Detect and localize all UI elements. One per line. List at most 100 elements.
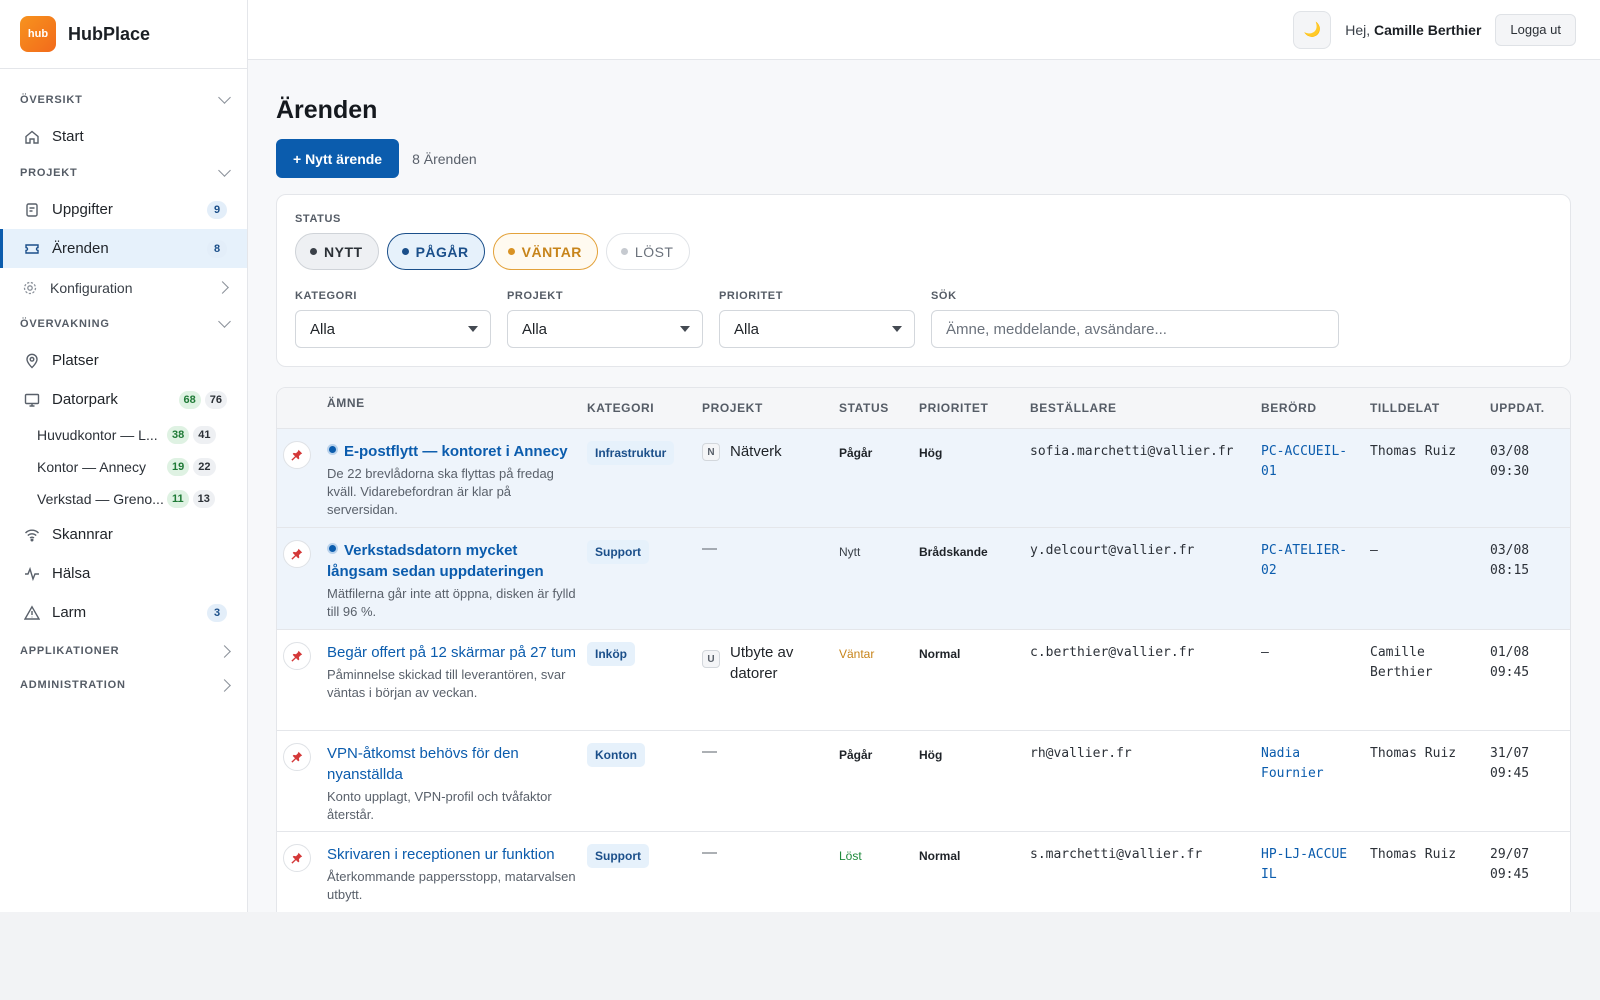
header-berord[interactable]: BERÖRD <box>1261 401 1370 415</box>
header-projekt[interactable]: PROJEKT <box>702 401 839 415</box>
projekt-cell: — <box>702 731 839 831</box>
ticket-description: Påminnelse skickad till leverantören, sv… <box>327 667 566 700</box>
project-name: Nätverk <box>730 443 782 460</box>
total-count-badge: 22 <box>193 458 216 476</box>
sidebar-item-konfiguration[interactable]: Konfiguration <box>0 268 247 307</box>
pin-cell <box>277 832 327 912</box>
ticket-description: Konto upplagt, VPN-profil och tvåfaktor … <box>327 789 552 822</box>
project-name: — <box>702 540 717 557</box>
affected-link[interactable]: PC-ATELIER-02 <box>1261 541 1351 581</box>
ticket-title-link[interactable]: VPN-åtkomst behövs för den nyanställda <box>327 743 577 785</box>
affected-link[interactable]: PC-ACCUEIL-01 <box>1261 442 1351 482</box>
project-name: Utbyte av datorer <box>730 644 794 682</box>
theme-toggle-button[interactable]: 🌙 <box>1293 10 1332 49</box>
header-prioritet[interactable]: PRIORITET <box>919 401 1030 415</box>
logout-button[interactable]: Logga ut <box>1495 13 1576 46</box>
status-chip-nytt[interactable]: NYTT <box>295 233 379 270</box>
pin-cell <box>277 528 327 629</box>
ticket-count: 8 Ärenden <box>412 150 477 167</box>
assignee: Thomas Ruiz <box>1370 746 1457 761</box>
app: hub HubPlace ÖVERSIKT Start PROJEKT Uppg… <box>0 0 1600 912</box>
header-uppdat[interactable]: UPPDAT. <box>1490 401 1570 415</box>
table-row[interactable]: Begär offert på 12 skärmar på 27 tum Påm… <box>277 630 1570 731</box>
sidebar-item-skannrar[interactable]: Skannrar <box>0 515 247 554</box>
category-tag: Support <box>587 540 649 564</box>
sidebar-item-label: Hälsa <box>52 565 91 582</box>
table-row[interactable]: Verkstadsdatorn mycket långsam sedan upp… <box>277 528 1570 630</box>
status-chip-pagar[interactable]: PÅGÅR <box>386 233 485 270</box>
updated-time: 09:45 <box>1490 766 1530 781</box>
section-overvakning[interactable]: ÖVERVAKNING <box>0 307 247 341</box>
subject-cell: E-postflytt — kontoret i Annecy De 22 br… <box>327 429 587 527</box>
status-chip-lost[interactable]: LÖST <box>605 233 690 270</box>
bestallare-cell: c.berthier@vallier.fr <box>1030 630 1261 730</box>
table-row[interactable]: VPN-åtkomst behövs för den nyanställda K… <box>277 731 1570 832</box>
total-count-badge: 76 <box>204 390 227 409</box>
ok-count-badge: 68 <box>178 390 201 409</box>
sidebar-item-halsa[interactable]: Hälsa <box>0 554 247 593</box>
pin-cell <box>277 731 327 831</box>
pin-icon[interactable] <box>283 743 311 771</box>
projekt-select[interactable]: Alla <box>507 310 703 348</box>
sidebar-item-start[interactable]: Start <box>0 117 247 156</box>
ok-count-badge: 19 <box>167 458 190 476</box>
new-ticket-button[interactable]: + Nytt ärende <box>276 139 400 178</box>
search-input[interactable] <box>931 310 1339 348</box>
updated-date: 29/07 <box>1490 847 1530 862</box>
sidebar-nav: ÖVERSIKT Start PROJEKT Uppgifter 9 Ärend… <box>0 69 247 702</box>
status-chip-vantar[interactable]: VÄNTAR <box>492 233 598 270</box>
sidebar-item-label: Uppgifter <box>52 201 113 218</box>
sidebar-site-item[interactable]: Huvudkontor — L... 38 41 <box>0 419 247 451</box>
sidebar-item-datorpark[interactable]: Datorpark 68 76 <box>0 380 247 419</box>
status-text: Löst <box>839 849 862 863</box>
status-text: Nytt <box>839 545 861 559</box>
pin-icon[interactable] <box>283 642 311 670</box>
ticket-title: E-postflytt — kontoret i Annecy <box>344 443 568 460</box>
kategori-select[interactable]: Alla <box>295 310 491 348</box>
status-dot <box>507 248 515 255</box>
pin-icon[interactable] <box>283 844 311 872</box>
affected-link[interactable]: HP-LJ-ACCUEIL <box>1261 845 1351 885</box>
status-text: Pågår <box>839 446 873 460</box>
table-row[interactable]: Skrivaren i receptionen ur funktion Åter… <box>277 832 1570 912</box>
tilldelat-cell: Thomas Ruiz <box>1370 731 1490 831</box>
ticket-description: De 22 brevlådorna ska flyttas på fredag … <box>327 466 554 517</box>
section-applikationer[interactable]: APPLIKATIONER <box>0 634 247 668</box>
projekt-cell: U Utbyte av datorer <box>702 630 839 730</box>
tilldelat-cell: Thomas Ruiz <box>1370 832 1490 912</box>
total-count-badge: 13 <box>192 490 215 508</box>
chevron-down-icon <box>218 315 231 328</box>
sidebar-item-uppgifter[interactable]: Uppgifter 9 <box>0 190 247 229</box>
ticket-title-link[interactable]: Skrivaren i receptionen ur funktion <box>327 844 577 865</box>
chevron-down-icon <box>218 91 231 104</box>
prioritet-cell: Hög <box>919 429 1030 527</box>
topbar: 🌙 Hej, Camille Berthier Logga ut <box>248 0 1600 60</box>
brand[interactable]: hub HubPlace <box>0 0 247 69</box>
ticket-title-link[interactable]: Begär offert på 12 skärmar på 27 tum <box>327 642 577 663</box>
section-projekt[interactable]: PROJEKT <box>0 156 247 190</box>
sidebar-site-item[interactable]: Kontor — Annecy 19 22 <box>0 451 247 483</box>
header-bestallare[interactable]: BESTÄLLARE <box>1030 401 1261 415</box>
sidebar-item-label: Platser <box>52 352 99 369</box>
header-status[interactable]: STATUS <box>839 401 919 415</box>
ticket-title-link[interactable]: E-postflytt — kontoret i Annecy <box>327 441 577 462</box>
sidebar-item-platser[interactable]: Platser <box>0 341 247 380</box>
pin-icon[interactable] <box>283 441 311 469</box>
count-badge: 3 <box>207 603 227 622</box>
affected-link[interactable]: Nadia Fournier <box>1261 744 1341 784</box>
sidebar-item-arenden[interactable]: Ärenden 8 <box>0 229 247 268</box>
assignee: Camille Berthier <box>1370 645 1433 680</box>
section-oversikt[interactable]: ÖVERSIKT <box>0 83 247 117</box>
pin-icon[interactable] <box>283 540 311 568</box>
project-code-badge: N <box>702 443 720 461</box>
header-amne[interactable]: ÄMNE <box>327 396 587 420</box>
section-administration[interactable]: ADMINISTRATION <box>0 668 247 702</box>
sidebar-item-larm[interactable]: Larm 3 <box>0 593 247 632</box>
ticket-title-link[interactable]: Verkstadsdatorn mycket långsam sedan upp… <box>327 540 577 582</box>
prioritet-select[interactable]: Alla <box>719 310 915 348</box>
header-kategori[interactable]: KATEGORI <box>587 401 702 415</box>
berord-cell: — <box>1261 630 1370 730</box>
table-row[interactable]: E-postflytt — kontoret i Annecy De 22 br… <box>277 429 1570 528</box>
sidebar-site-item[interactable]: Verkstad — Greno... 11 13 <box>0 483 247 515</box>
header-tilldelat[interactable]: TILLDELAT <box>1370 401 1490 415</box>
